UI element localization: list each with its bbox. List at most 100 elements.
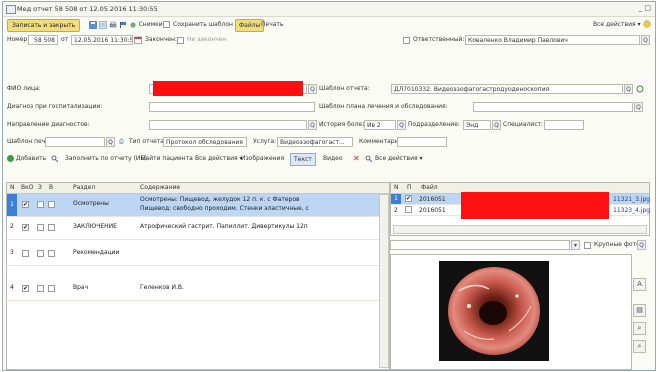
history-search-icon[interactable]: Q (397, 120, 406, 130)
list-icon[interactable] (99, 20, 107, 29)
files-hscrollbar[interactable] (393, 225, 647, 234)
text-button[interactable]: Текст (290, 153, 316, 166)
files-button[interactable]: Файлы (235, 19, 265, 32)
files-panel: N П Файл 1 ✔ 2016051 11321_3.jpg 2 20160… (390, 182, 651, 370)
files-col-file: Файл (421, 184, 438, 191)
referral-search-icon[interactable]: Q (308, 120, 317, 130)
print-icon-link[interactable]: ⎙ (119, 137, 124, 147)
report-type-label: Тип отчета: (129, 138, 166, 145)
all-actions-menu[interactable]: Все действия ▾ (593, 19, 641, 30)
grid-all-actions-menu[interactable]: Все действия ▾ (195, 153, 243, 164)
save-template-checkbox[interactable] (163, 21, 170, 28)
closed-checkbox[interactable] (177, 37, 184, 44)
plan-field[interactable] (473, 102, 633, 112)
table-row[interactable]: 4 ✔ Врач Геленков И.В. (7, 278, 389, 301)
comment-field[interactable] (397, 137, 447, 147)
responsible-checkbox[interactable] (403, 37, 410, 44)
file-number: 2 (394, 207, 398, 214)
redacted-file-names (461, 192, 609, 219)
fill-report-button[interactable]: Заполнить по отчету (ИБ) (65, 153, 147, 164)
row-z-checkbox[interactable] (37, 285, 44, 292)
report-type-field[interactable]: Протокол обследования (163, 137, 247, 147)
row-checkbox[interactable]: ✔ (22, 224, 29, 231)
right-all-actions-menu[interactable]: Все действия ▾ (375, 153, 423, 164)
save-close-button[interactable]: Записать и закрыть (7, 19, 81, 32)
print-icon[interactable] (109, 21, 117, 29)
diagnosis-field[interactable] (149, 102, 315, 112)
print-template-field[interactable] (45, 137, 105, 147)
row-content: Атрофический гастрит. Папиллит. Дивертик… (140, 223, 308, 230)
add-icon (7, 155, 14, 162)
table-row[interactable]: 3 Рекомендации (7, 243, 389, 266)
window-title: Мед отчет 58 508 от 12.05.2016 11:30:55 (17, 5, 158, 13)
save-template-label[interactable]: Сохранить шаблон (173, 19, 233, 30)
row-checkbox[interactable]: ✔ (22, 285, 29, 292)
patient-label: ФИО лица: (7, 85, 41, 92)
row-v-checkbox[interactable] (48, 285, 55, 292)
filter-icon[interactable] (365, 155, 373, 163)
responsible-field[interactable]: Коваленко Владимир Павлович (465, 35, 640, 45)
responsible-search-icon[interactable]: Q (641, 35, 650, 45)
template-field[interactable]: ДЛ7010332: Видеоэзофагогастродуоденоскоп… (391, 84, 623, 94)
specialist-field[interactable] (544, 120, 584, 130)
department-search-icon[interactable]: Q (492, 120, 501, 130)
row-number: 1 (7, 194, 17, 216)
col-vko: ВкО (21, 184, 34, 191)
row-section: ЗАКЛЮЧЕНИЕ (73, 223, 117, 230)
zoom-in-icon[interactable]: A (633, 278, 646, 291)
file-name-end: 11321_3.jpg (613, 196, 651, 203)
number-field[interactable]: 58 508 (28, 35, 58, 45)
refresh-icon[interactable] (636, 85, 644, 93)
snapshot-icon (130, 21, 136, 28)
row-z-checkbox[interactable] (37, 250, 44, 257)
row-z-checkbox[interactable] (37, 201, 44, 208)
patient-search-icon[interactable]: Q (308, 84, 317, 94)
print-template-search-icon[interactable]: Q (106, 137, 115, 147)
magnify-icon[interactable]: ⌕ (633, 322, 646, 335)
file-select-field[interactable] (390, 240, 570, 250)
file-checkbox[interactable]: ✔ (405, 195, 412, 202)
service-field[interactable]: Видеоэзофагогаст... (277, 137, 353, 147)
window-controls[interactable]: _ □ (639, 4, 651, 12)
snapshots-link[interactable]: Снимки (139, 21, 163, 28)
table-row[interactable]: 1 ✔ Осмотрены Осмотрены: Пищевод, желудо… (7, 194, 389, 217)
row-v-checkbox[interactable] (48, 224, 55, 231)
large-view-checkbox[interactable] (584, 242, 591, 249)
print-button[interactable]: Печать (261, 19, 283, 30)
chevron-down-icon[interactable]: ▾ (571, 240, 580, 250)
large-view-label: Крупные фото (594, 241, 640, 248)
date-field[interactable]: 12.05.2016 11:30:55 (71, 35, 133, 45)
calendar-icon[interactable] (134, 36, 142, 44)
history-field[interactable]: Ив 2 (364, 120, 396, 130)
large-view-search-icon[interactable]: Q (637, 240, 646, 250)
image-icon[interactable]: ▤ (633, 304, 646, 317)
file-number: 1 (391, 194, 401, 204)
find-patient-button[interactable]: Найти пациента (141, 153, 193, 164)
save-icon[interactable] (89, 20, 97, 29)
files-col-n: N (394, 184, 399, 191)
file-checkbox[interactable] (405, 206, 412, 213)
row-v-checkbox[interactable] (48, 201, 55, 208)
video-button[interactable]: Видео (323, 153, 343, 164)
search-icon[interactable] (51, 155, 59, 163)
add-label: Добавить (15, 155, 47, 162)
magnify-minus-icon[interactable]: ⌕ (633, 340, 646, 353)
row-v-checkbox[interactable] (48, 250, 55, 257)
row-checkbox[interactable] (22, 250, 29, 257)
row-checkbox[interactable]: ✔ (22, 201, 29, 208)
help-icon[interactable] (643, 20, 651, 28)
add-row-button[interactable]: Добавить (7, 153, 46, 164)
report-window: Мед отчет 58 508 от 12.05.2016 11:30:55 … (2, 1, 656, 371)
col-section: Раздел (73, 184, 96, 191)
delete-icon[interactable]: ✕ (353, 153, 360, 164)
template-search-icon[interactable]: Q (624, 84, 633, 94)
department-field[interactable]: Энд (463, 120, 491, 130)
flag-icon[interactable] (119, 21, 127, 29)
table-row[interactable]: 2 ✔ ЗАКЛЮЧЕНИЕ Атрофический гастрит. Пап… (7, 217, 389, 240)
referral-field[interactable] (149, 120, 307, 130)
images-button[interactable]: Изображения (241, 153, 284, 164)
table-scrollbar[interactable] (379, 194, 389, 368)
row-z-checkbox[interactable] (37, 224, 44, 231)
plan-search-icon[interactable]: Q (634, 102, 643, 112)
files-col-p: П (407, 184, 412, 191)
